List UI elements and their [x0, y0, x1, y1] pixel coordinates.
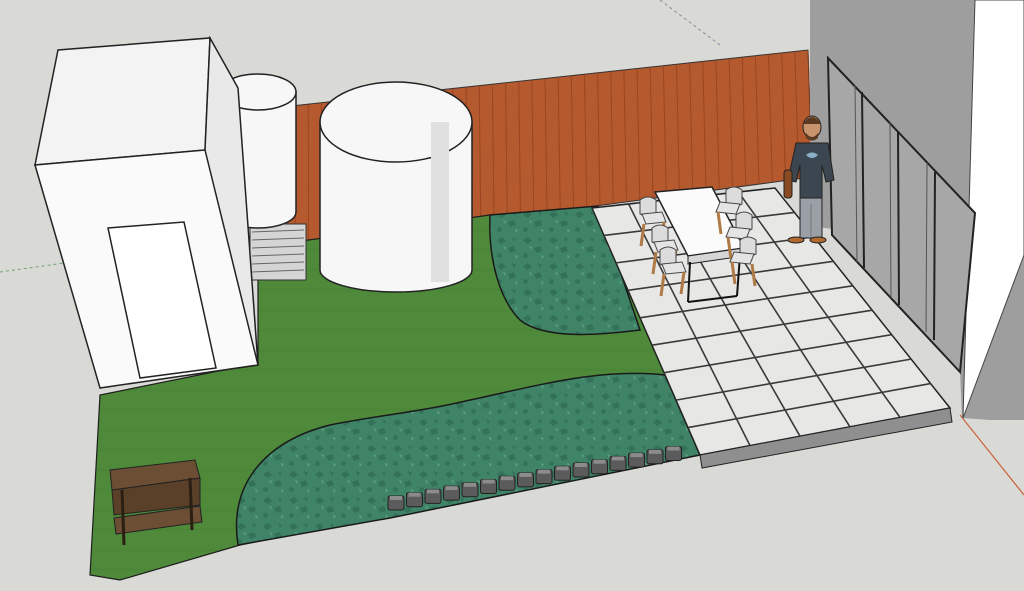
edging-block-top [538, 469, 550, 474]
edging-block-top [667, 446, 680, 451]
edging-block-top [390, 496, 402, 500]
edging-block-top [427, 489, 439, 494]
round-water-tank[interactable] [319, 81, 473, 293]
edging-block-top [556, 466, 569, 471]
edging-block-top [445, 486, 458, 491]
edging-block-top [482, 479, 495, 484]
edging-block-top [575, 463, 587, 467]
edging-block-top [630, 453, 643, 458]
edging-block-top [593, 459, 606, 464]
edging-block-top [649, 449, 661, 454]
edging-block-top [408, 492, 421, 497]
edging-block-top [501, 476, 513, 481]
garden-3d-model[interactable] [0, 0, 1024, 591]
edging-block-top [612, 456, 624, 461]
sketchup-viewport[interactable] [0, 0, 1024, 591]
edging-block-top [519, 472, 532, 477]
edging-block-top [464, 482, 476, 487]
